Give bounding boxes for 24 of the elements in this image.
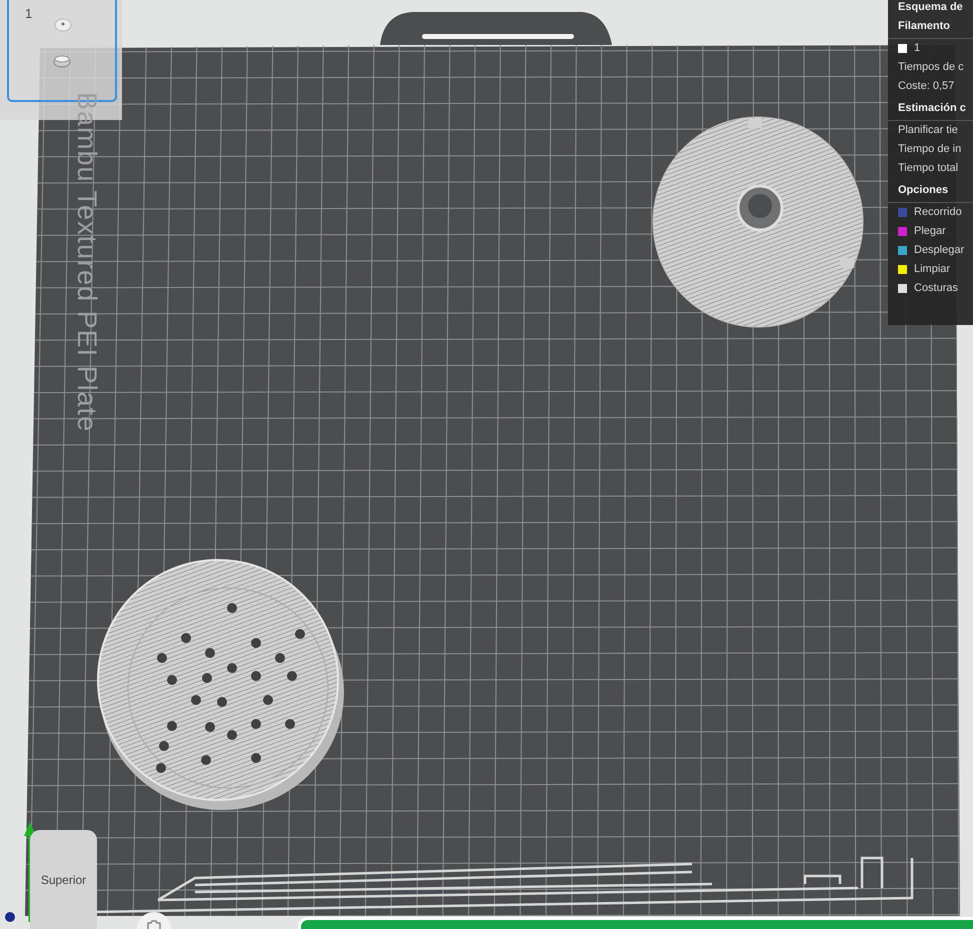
filament-swatch [898,44,907,53]
option-label: Costuras [914,281,958,296]
legend-text: Tiempo total [898,161,960,176]
option-label: Limpiar [914,262,950,277]
view-label: Superior [40,873,86,887]
part-preview-icon [53,54,71,68]
legend-text: Tiempos de c [898,60,965,75]
axis-arrow-icon [23,822,37,922]
option-label: Recorrido [914,205,962,220]
filament-label: 1 [914,41,920,56]
legend-text: Planificar tie [898,123,959,138]
section-heading: Estimación c [888,96,973,121]
option-label: Plegar [914,224,946,239]
legend-text: Tiempo de in [898,142,962,157]
part-preview-icon [54,18,72,32]
option-label: Desplegar [914,243,964,258]
camera-icon [146,920,162,929]
section-heading: Filamento [888,14,973,39]
section-heading: Opciones [888,178,973,203]
legend-text: Coste: 0,57 [898,79,956,94]
plate-number: 1 [25,6,32,21]
view-cube[interactable]: Superior [30,830,97,929]
legend-title: Esquema de [898,0,964,14]
axis-dot-icon [4,911,16,923]
